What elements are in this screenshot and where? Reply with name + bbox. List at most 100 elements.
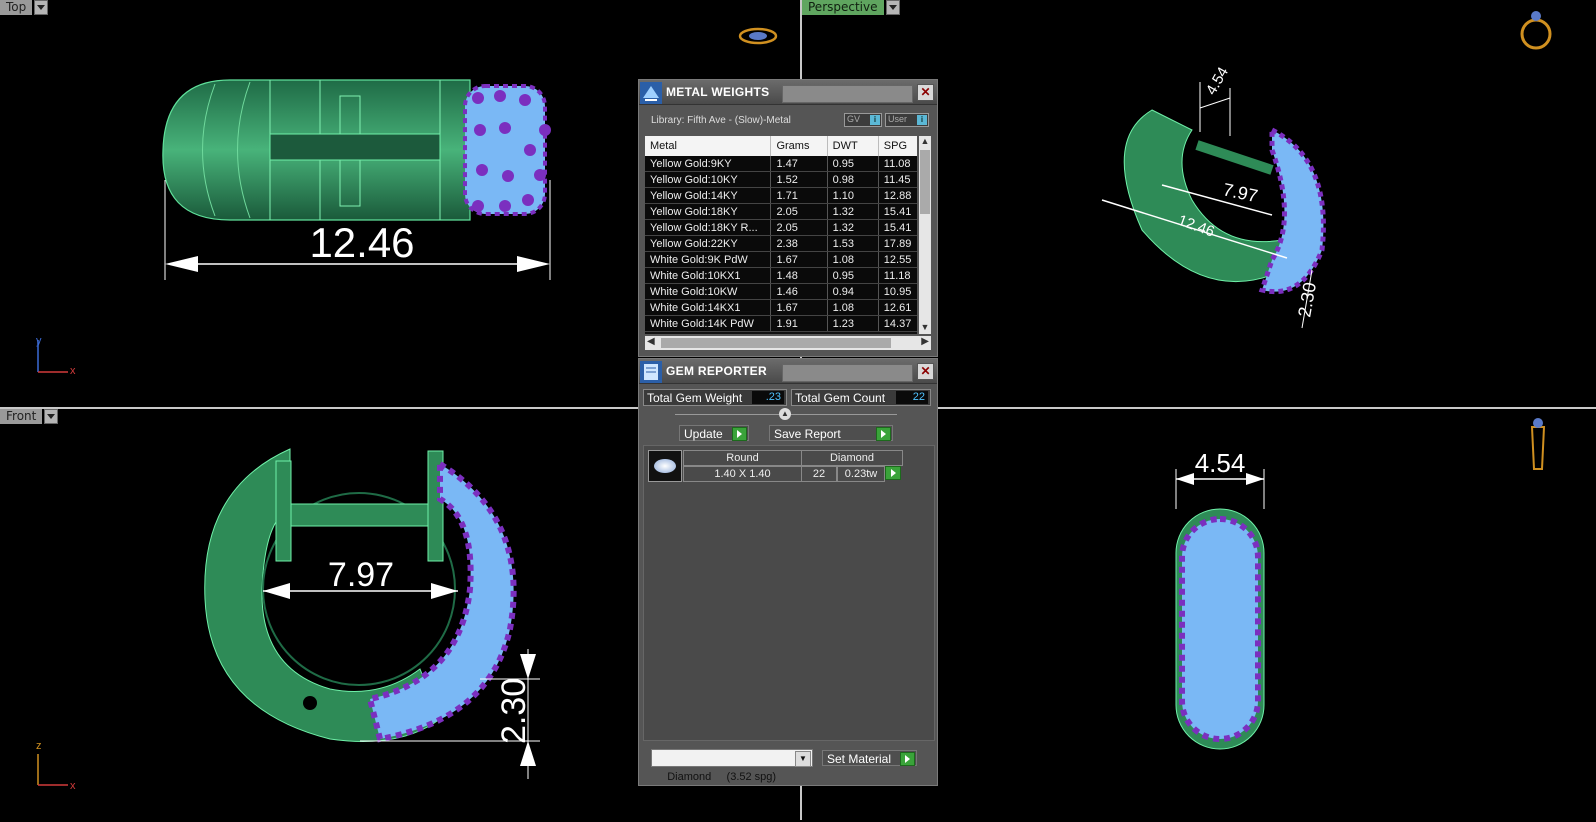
table-row[interactable]: White Gold:10KX1 1.48 0.95 11.18: [645, 267, 917, 284]
table-cell: 0.95: [827, 156, 879, 172]
play-icon: [732, 427, 747, 441]
table-cell: 1.08: [827, 251, 879, 268]
gem-detail-button[interactable]: [885, 466, 901, 480]
update-button[interactable]: Update: [679, 425, 749, 441]
table-cell: 1.48: [770, 267, 828, 284]
scrollbar-thumb[interactable]: [920, 150, 930, 214]
table-cell: 1.91: [770, 315, 828, 332]
table-row[interactable]: Yellow Gold:14KY 1.71 1.10 12.88: [645, 187, 917, 204]
table-cell: 1.71: [770, 187, 828, 204]
table-row[interactable]: Yellow Gold:18KY 2.05 1.32 15.41: [645, 203, 917, 220]
scroll-left-icon[interactable]: ◀: [647, 336, 655, 347]
column-header[interactable]: DWT: [827, 136, 879, 156]
vertical-scrollbar[interactable]: ▲ ▼: [919, 136, 931, 334]
column-header[interactable]: Grams: [770, 136, 828, 156]
table-cell: Yellow Gold:18KY R...: [645, 219, 772, 236]
table-cell: 12.55: [878, 251, 917, 268]
table-cell: 15.41: [878, 219, 917, 236]
scroll-right-icon[interactable]: ▶: [921, 336, 929, 347]
view-cube-icon[interactable]: [1520, 11, 1552, 50]
panel-title: METAL WEIGHTS: [666, 85, 770, 99]
set-material-button[interactable]: Set Material: [822, 750, 917, 766]
play-icon: [876, 427, 891, 441]
column-header[interactable]: SPG: [878, 136, 917, 156]
set-material-button-label: Set Material: [827, 752, 892, 766]
close-icon[interactable]: ✕: [917, 363, 934, 380]
round-diamond-icon: [648, 450, 682, 482]
table-cell: 1.47: [770, 156, 828, 172]
table-row[interactable]: Yellow Gold:9KY 1.47 0.95 11.08: [645, 156, 917, 172]
play-icon: [891, 469, 896, 477]
table-row[interactable]: White Gold:14KX1 1.67 1.08 12.61: [645, 299, 917, 316]
gem-weight: 0.23tw: [837, 466, 885, 482]
close-icon[interactable]: ✕: [917, 84, 934, 101]
scroll-down-icon[interactable]: ▼: [919, 322, 931, 334]
table-cell: 12.88: [878, 187, 917, 204]
table-row[interactable]: Yellow Gold:10KY 1.52 0.98 11.45: [645, 171, 917, 188]
table-cell: Yellow Gold:18KY: [645, 203, 772, 220]
total-gem-weight-label: Total Gem Weight: [647, 391, 743, 405]
table-cell: Yellow Gold:22KY: [645, 235, 772, 252]
axis-y-label: y: [36, 335, 42, 347]
scale-icon: [640, 81, 662, 104]
table-cell: White Gold:14K PdW: [645, 315, 772, 332]
table-header-row: Metal Grams DWT SPG: [645, 136, 917, 156]
table-cell: 0.94: [827, 283, 879, 300]
panel-title: GEM REPORTER: [666, 364, 767, 378]
metal-weights-table: Metal Grams DWT SPG Yellow Gold:9KY 1.47 0…: [645, 136, 917, 332]
table-cell: 1.08: [827, 299, 879, 316]
table-cell: Yellow Gold:9KY: [645, 156, 772, 172]
gem-count: 22: [801, 466, 837, 482]
table-cell: 2.38: [770, 235, 828, 252]
gv-toggle[interactable]: GV i: [844, 113, 882, 127]
table-cell: 1.67: [770, 299, 828, 316]
gem-list-area: Round Diamond 1.40 X 1.40 22 0.23tw: [643, 445, 935, 741]
view-cube-icon[interactable]: [1530, 418, 1546, 470]
save-report-button[interactable]: Save Report: [769, 425, 893, 441]
scroll-up-icon[interactable]: ▲: [919, 136, 931, 148]
chevron-down-icon[interactable]: ▼: [795, 751, 811, 767]
table-cell: 17.89: [878, 235, 917, 252]
table-cell: White Gold:10KX1: [645, 267, 772, 284]
table-cell: 12.61: [878, 299, 917, 316]
gem-reporter-titlebar[interactable]: GEM REPORTER ✕: [639, 359, 937, 384]
table-cell: 0.98: [827, 171, 879, 188]
metal-table-container: Metal Grams DWT SPG Yellow Gold:9KY 1.47 0…: [645, 136, 917, 334]
scrollbar-thumb[interactable]: [661, 338, 891, 348]
table-row[interactable]: Yellow Gold:22KY 2.38 1.53 17.89: [645, 235, 917, 252]
column-header[interactable]: Metal: [645, 136, 772, 156]
total-gem-weight-field: Total Gem Weight .23: [643, 389, 787, 406]
horizontal-scrollbar[interactable]: ◀ ▶: [645, 336, 931, 350]
table-cell: White Gold:14KX1: [645, 299, 772, 316]
table-row[interactable]: White Gold:10KW 1.46 0.94 10.95: [645, 283, 917, 300]
table-cell: 11.45: [878, 171, 917, 188]
table-row[interactable]: Yellow Gold:18KY R... 2.05 1.32 15.41: [645, 219, 917, 236]
table-cell: 11.18: [878, 267, 917, 284]
table-row[interactable]: White Gold:9K PdW 1.67 1.08 12.55: [645, 251, 917, 268]
table-cell: 11.08: [878, 156, 917, 172]
axis-x-label: x: [70, 365, 76, 377]
panel-drag-bar[interactable]: [782, 364, 913, 382]
table-cell: 2.05: [770, 219, 828, 236]
table-cell: White Gold:10KW: [645, 283, 772, 300]
table-row[interactable]: White Gold:14K PdW 1.91 1.23 14.37: [645, 315, 917, 332]
table-cell: Yellow Gold:10KY: [645, 171, 772, 188]
total-gem-count-value: 22: [896, 391, 928, 404]
panel-drag-bar[interactable]: [782, 85, 913, 103]
table-cell: 1.10: [827, 187, 879, 204]
axis-z-label: z: [36, 740, 42, 752]
total-gem-weight-value: .23: [752, 391, 784, 404]
list-item[interactable]: Round Diamond 1.40 X 1.40 22 0.23tw: [648, 450, 906, 484]
table-cell: 1.46: [770, 283, 828, 300]
user-toggle-label: User: [888, 114, 908, 124]
table-cell: 1.32: [827, 203, 879, 220]
table-cell: 1.67: [770, 251, 828, 268]
table-cell: 1.52: [770, 171, 828, 188]
material-select[interactable]: Diamond (3.52 spg) ▼: [651, 749, 813, 783]
user-toggle[interactable]: User i: [885, 113, 929, 127]
table-cell: 1.32: [827, 219, 879, 236]
collapse-arrow-icon[interactable]: ▲: [779, 408, 791, 420]
view-cube-icon[interactable]: [738, 27, 778, 45]
metal-weights-titlebar[interactable]: METAL WEIGHTS ✕: [639, 80, 937, 105]
total-gem-count-label: Total Gem Count: [795, 391, 886, 405]
